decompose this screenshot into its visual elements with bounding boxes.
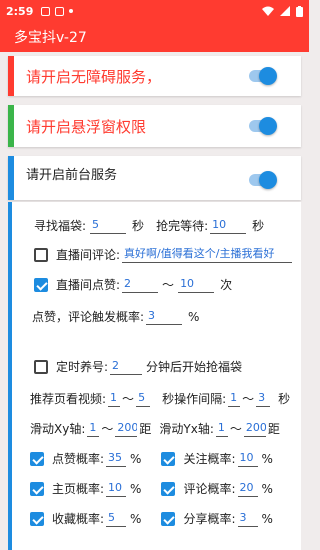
dot-icon [69, 9, 74, 13]
video-to-input[interactable]: 5 [136, 391, 151, 407]
prob-row-2: 主页概率: 10 % 评论概率: 20 % [30, 480, 273, 497]
video-label: 推荐页看视频: [30, 392, 107, 406]
app-title: 多宝抖v-27 [14, 30, 87, 46]
interval-to-input[interactable]: 3 [256, 391, 271, 407]
follow-prob-checkbox[interactable] [161, 451, 176, 466]
comment-prob-unit: % [261, 481, 273, 496]
home-prob-input[interactable]: 10 [106, 481, 127, 497]
xy-label: 滑动Xy轴: [30, 422, 86, 436]
interval-unit: 秒 [278, 392, 291, 406]
fudai-input[interactable]: 5 [90, 218, 127, 234]
perm-card-overlay[interactable]: 请开启悬浮窗权限 [8, 105, 301, 147]
share-prob-unit: % [261, 511, 273, 526]
fav-prob-checkbox[interactable] [30, 511, 44, 526]
status-notification-icons [41, 6, 74, 16]
yx-tilde: ～ [229, 422, 242, 436]
video-from-input[interactable]: 1 [108, 391, 121, 407]
comment-prob-input[interactable]: 20 [237, 481, 258, 497]
timer-row: 定时养号: 2 分钟后开始抢福袋 [34, 358, 242, 375]
comment-label: 直播间评论: [56, 248, 121, 262]
wifi-icon [262, 6, 274, 16]
share-prob-label: 分享概率: [183, 512, 236, 526]
overlay-toggle[interactable] [249, 117, 277, 135]
fudai-label: 寻找福袋: [34, 219, 87, 233]
like-row: 直播间点赞: 2 ～ 10 次 [34, 276, 232, 293]
prob-row-3: 收藏概率: 5 % 分享概率: 3 % [30, 510, 273, 527]
yx-unit: 距 [267, 422, 280, 436]
accessibility-toggle[interactable] [249, 67, 277, 85]
timer-label: 定时养号: [56, 360, 109, 374]
perm-label: 请开启前台服务 [26, 168, 118, 183]
fav-prob-unit: % [130, 511, 142, 526]
perm-card-foreground[interactable]: 请开启前台服务 [8, 156, 301, 200]
like-prob-unit: % [130, 451, 142, 466]
notification-icon [55, 6, 65, 16]
timer-input[interactable]: 2 [110, 359, 143, 375]
like-prob-input[interactable]: 35 [106, 451, 127, 467]
wait-label: 抢完等待: [156, 219, 209, 233]
xy-unit: 距 [139, 422, 152, 436]
comment-row: 直播间评论: 真好啊/值得看这个/主播我看好 [34, 246, 293, 263]
timer-suffix: 分钟后开始抢福袋 [146, 360, 243, 374]
comment-checkbox[interactable] [34, 247, 48, 262]
wait-unit: 秒 [252, 219, 265, 233]
foreground-toggle[interactable] [249, 171, 277, 189]
like-label: 直播间点赞: [56, 278, 121, 292]
notification-icon [41, 6, 51, 16]
xy-to-input[interactable]: 200 [115, 421, 138, 437]
like-from-input[interactable]: 2 [122, 277, 159, 293]
interval-from-input[interactable]: 1 [228, 391, 241, 407]
comment-input[interactable]: 真好啊/值得看这个/主播我看好 [122, 247, 293, 263]
like-prob-checkbox[interactable] [30, 451, 44, 466]
fudai-row: 寻找福袋: 5 秒 抢完等待: 10 秒 [34, 217, 264, 234]
comment-prob-label: 评论概率: [183, 482, 236, 496]
interval-label: 秒操作间隔: [162, 392, 227, 406]
yx-to-input[interactable]: 200 [243, 421, 266, 437]
home-prob-checkbox[interactable] [30, 481, 44, 496]
home-prob-unit: % [130, 481, 142, 496]
status-bar: 2:59 [0, 0, 309, 22]
fav-prob-label: 收藏概率: [52, 512, 105, 526]
xy-tilde: ～ [101, 422, 114, 436]
video-tilde: ～ [122, 392, 135, 406]
share-prob-checkbox[interactable] [161, 511, 176, 526]
interval-tilde: ～ [242, 392, 255, 406]
wait-input[interactable]: 10 [210, 218, 247, 234]
like-comment-label: 点赞，评论触发概率: [32, 310, 145, 324]
xy-from-input[interactable]: 1 [87, 421, 100, 437]
like-comment-input[interactable]: 3 [146, 309, 183, 325]
status-time: 2:59 [6, 4, 34, 18]
like-comment-unit: % [188, 309, 200, 324]
prob-row-1: 点赞概率: 35 % 关注概率: 10 % [30, 450, 273, 467]
perm-card-accessibility[interactable]: 请开启无障碍服务， [8, 56, 301, 96]
battery-icon [296, 5, 303, 17]
share-prob-input[interactable]: 3 [237, 511, 258, 527]
axis-row: 滑动Xy轴: 1 ～ 200 距 滑动Yx轴: 1 ～ 200 距 [30, 420, 280, 437]
app-bar: 多宝抖v-27 [0, 22, 309, 52]
settings-panel: 寻找福袋: 5 秒 抢完等待: 10 秒 直播间评论: 真好啊/值得看这个/主播… [8, 202, 301, 550]
yx-from-input[interactable]: 1 [215, 421, 228, 437]
like-unit: 次 [220, 278, 233, 292]
fav-prob-input[interactable]: 5 [106, 511, 127, 527]
perm-label: 请开启无障碍服务， [26, 67, 162, 86]
like-checkbox[interactable] [34, 277, 48, 292]
home-prob-label: 主页概率: [52, 482, 105, 496]
like-comment-row: 点赞，评论触发概率: 3 % [32, 308, 199, 325]
like-to-input[interactable]: 10 [178, 277, 215, 293]
like-prob-label: 点赞概率: [52, 452, 105, 466]
follow-prob-unit: % [261, 451, 273, 466]
cell-signal-icon [280, 6, 290, 16]
like-tilde: ～ [162, 278, 175, 292]
follow-prob-input[interactable]: 10 [237, 451, 258, 467]
comment-prob-checkbox[interactable] [161, 481, 176, 496]
video-row: 推荐页看视频: 1 ～ 5 秒操作间隔: 1 ～ 3 秒 [30, 390, 290, 407]
follow-prob-label: 关注概率: [183, 452, 236, 466]
yx-label: 滑动Yx轴: [159, 422, 214, 436]
timer-checkbox[interactable] [34, 359, 48, 374]
fudai-unit: 秒 [132, 219, 145, 233]
perm-label: 请开启悬浮窗权限 [26, 117, 147, 136]
